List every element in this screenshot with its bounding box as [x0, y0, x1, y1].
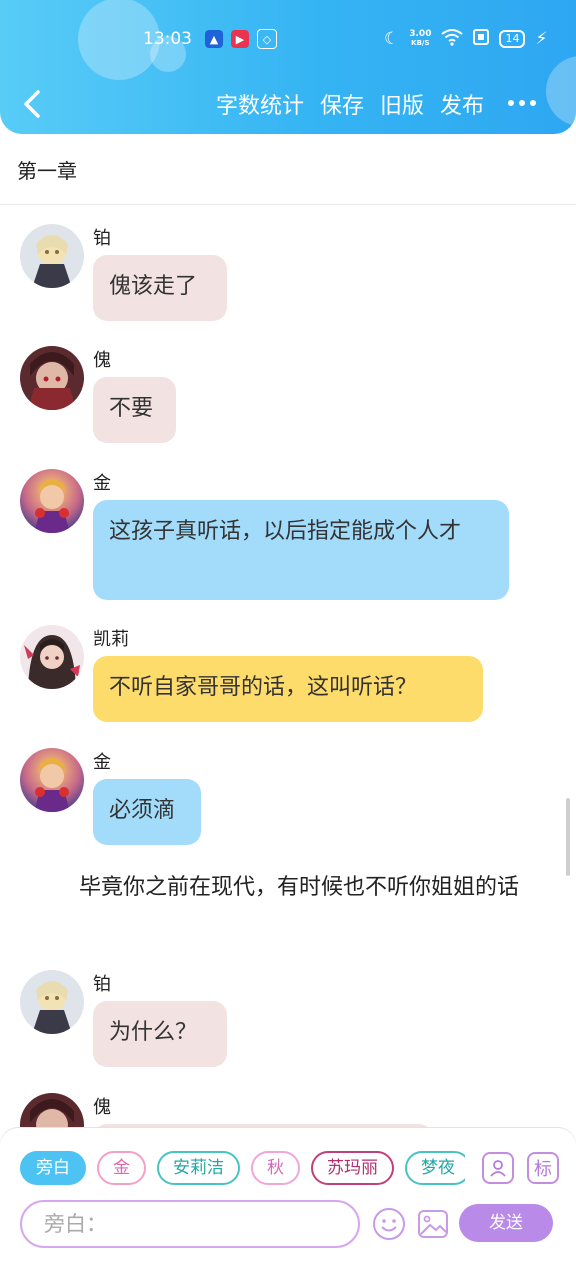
chapter-title[interactable]: 第一章	[17, 155, 77, 184]
status-app-icons: ▲ ▶ ◇	[205, 26, 277, 52]
publish-button[interactable]: 发布	[440, 88, 484, 120]
divider	[0, 204, 576, 205]
message-bubble[interactable]: 这孩子真听话，以后指定能成个人才	[93, 500, 509, 600]
toolbar-actions: 字数统计 保存 旧版 发布	[216, 88, 484, 120]
sender-name: 金	[93, 752, 111, 773]
net-speed: 3.00 KB/S	[409, 29, 432, 48]
smile-icon	[373, 1208, 405, 1240]
word-count-button[interactable]: 字数统计	[216, 88, 304, 120]
avatar[interactable]	[20, 346, 84, 410]
image-button[interactable]	[415, 1206, 451, 1242]
sender-name: 傀	[93, 350, 111, 371]
send-button[interactable]: 发送	[459, 1204, 553, 1242]
charging-icon: ⚡	[535, 29, 548, 49]
moon-icon: ☾	[384, 29, 400, 49]
sender-name: 铂	[93, 228, 111, 249]
avatar[interactable]	[20, 970, 84, 1034]
wifi-icon	[441, 28, 464, 51]
bag-icon: ◇	[257, 29, 277, 49]
character-manage-button[interactable]	[482, 1152, 514, 1184]
more-dot	[508, 100, 514, 106]
battery-level: 14	[499, 30, 526, 48]
old-version-button[interactable]: 旧版	[380, 88, 424, 120]
message-bubble[interactable]: 不要	[93, 377, 176, 443]
avatar[interactable]	[20, 469, 84, 533]
sender-name: 铂	[93, 974, 111, 995]
decor-bubble	[546, 56, 576, 126]
message-bubble[interactable]: 为什么？	[93, 1001, 227, 1067]
image-icon	[418, 1210, 448, 1238]
person-icon	[490, 1160, 506, 1177]
message-bubble[interactable]: 不听自家哥哥的话，这叫听话？	[93, 656, 483, 722]
save-button[interactable]: 保存	[320, 88, 364, 120]
message-bubble[interactable]: 必须滴	[93, 779, 201, 845]
emoji-button[interactable]	[371, 1206, 407, 1242]
role-chip[interactable]: 安莉洁	[157, 1151, 240, 1185]
role-chip[interactable]: 秋	[251, 1151, 300, 1185]
more-dot	[530, 100, 536, 106]
top-app-bar: 13:03 ▲ ▶ ◇ ☾ 3.00 KB/S 14 ⚡ 字数统计 保存 旧版 …	[0, 0, 576, 134]
more-options-button[interactable]	[508, 100, 536, 106]
status-system-icons: ☾ 3.00 KB/S 14 ⚡	[384, 26, 547, 52]
back-button[interactable]	[18, 84, 48, 124]
role-chip[interactable]: 金	[97, 1151, 146, 1185]
more-dot	[519, 100, 525, 106]
sender-name: 凯莉	[93, 629, 129, 650]
scrollbar[interactable]	[566, 798, 570, 876]
role-chip-narration[interactable]: 旁白	[20, 1151, 86, 1185]
sender-name: 傀	[93, 1097, 111, 1118]
narration-text[interactable]: 毕竟你之前在现代，有时候也不听你姐姐的话	[33, 871, 548, 905]
role-chip[interactable]: 梦夜	[405, 1151, 465, 1185]
message-input[interactable]: 旁白：	[20, 1200, 360, 1248]
role-chip[interactable]: 苏玛丽	[311, 1151, 394, 1185]
role-chip-bar[interactable]: 旁白 金 安莉洁 秋 苏玛丽 梦夜	[20, 1151, 465, 1189]
sender-name: 金	[93, 473, 111, 494]
message-bubble[interactable]: 傀该走了	[93, 255, 227, 321]
status-time: 13:03	[143, 29, 192, 49]
avatar[interactable]	[20, 224, 84, 288]
video-app-icon: ▶	[231, 30, 249, 48]
avatar[interactable]	[20, 625, 84, 689]
mark-button[interactable]: 标	[527, 1152, 559, 1184]
sim-icon	[473, 28, 490, 51]
android-icon: ▲	[205, 30, 223, 48]
avatar[interactable]	[20, 748, 84, 812]
